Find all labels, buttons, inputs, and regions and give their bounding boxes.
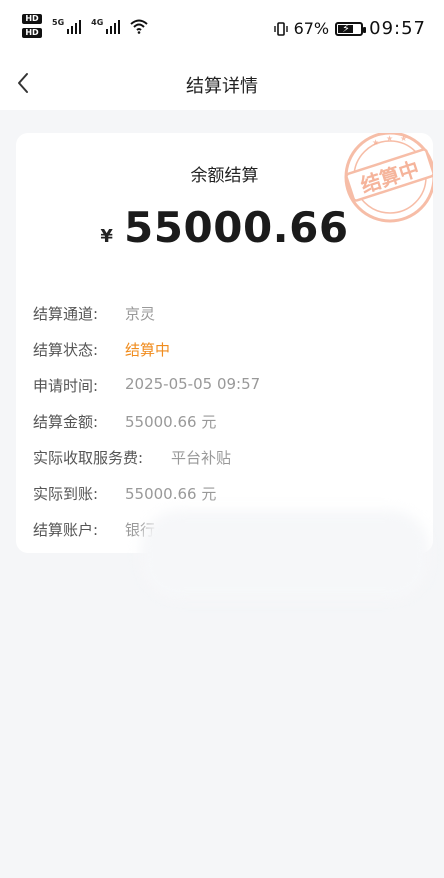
- hd-icon: HD: [22, 28, 42, 38]
- balance-settlement-title: 余额结算: [190, 166, 259, 186]
- detail-label: 申请时间:: [33, 377, 99, 395]
- hd-icon: HD: [22, 14, 42, 24]
- detail-label: 结算金额:: [33, 413, 99, 431]
- status-right: 67% ⚡ 09:57: [273, 18, 426, 39]
- battery-icon: ⚡: [335, 21, 367, 36]
- status-left: HD HD 5G 4G: [22, 14, 148, 38]
- detail-value: 平台补贴: [171, 449, 232, 467]
- amount-row: ¥ 55000.66: [16, 203, 433, 252]
- redaction-mask: [140, 510, 430, 600]
- network-type-label: 4G: [91, 18, 104, 27]
- detail-value: 2025-05-05 09:57: [125, 375, 261, 393]
- svg-text:★: ★: [400, 134, 407, 143]
- wifi-icon: [130, 19, 148, 34]
- currency-symbol: ¥: [100, 226, 113, 247]
- charging-icon: ⚡: [342, 21, 350, 35]
- network-type-label: 5G: [52, 18, 65, 27]
- detail-value: 55000.66 元: [125, 485, 217, 503]
- signal-4g-icon: 4G: [91, 18, 121, 34]
- detail-value: 55000.66 元: [125, 413, 217, 431]
- detail-label: 实际收取服务费:: [33, 449, 144, 467]
- detail-value: 京灵: [125, 305, 156, 323]
- signal-5g-icon: 5G: [52, 18, 82, 34]
- detail-label: 结算状态:: [33, 341, 99, 359]
- status-value: 结算中: [125, 341, 171, 359]
- detail-label: 实际到账:: [33, 485, 99, 503]
- svg-text:★: ★: [386, 134, 393, 143]
- detail-label: 结算账户:: [33, 521, 99, 539]
- vibrate-icon: [273, 21, 288, 36]
- status-bar: HD HD 5G 4G 67% ⚡ 09:57: [0, 0, 444, 56]
- nav-bar: 结算详情: [0, 56, 444, 110]
- hd-indicators: HD HD: [22, 14, 42, 38]
- detail-label: 结算通道:: [33, 305, 99, 323]
- page-title: 结算详情: [186, 76, 258, 97]
- settlement-amount: 55000.66: [124, 203, 349, 252]
- svg-text:★: ★: [372, 138, 379, 147]
- clock: 09:57: [369, 18, 426, 39]
- settlement-card: 结算中 ★ ★ ★ 余额结算 ¥ 55000.66 结算通道: 京灵 结算状态:…: [16, 133, 433, 553]
- battery-percent: 67%: [293, 19, 330, 38]
